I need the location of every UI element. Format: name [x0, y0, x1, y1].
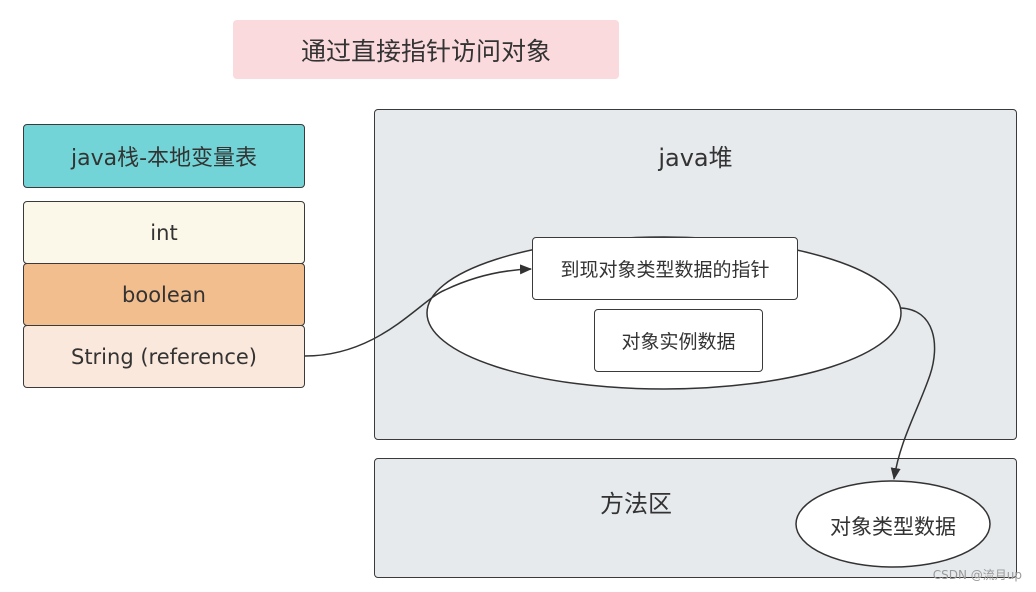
- type-data-label: 对象类型数据: [830, 515, 956, 539]
- type-pointer-arrow: [890, 307, 936, 480]
- type-pointer-box: 到现对象类型数据的指针: [532, 237, 798, 300]
- instance-data-box: 对象实例数据: [594, 309, 763, 372]
- instance-data-label: 对象实例数据: [621, 331, 736, 353]
- type-pointer-label: 到现对象类型数据的指针: [560, 259, 770, 281]
- type-data-label-wrap: 对象类型数据: [796, 486, 990, 566]
- watermark: CSDN @流月up: [932, 568, 1022, 582]
